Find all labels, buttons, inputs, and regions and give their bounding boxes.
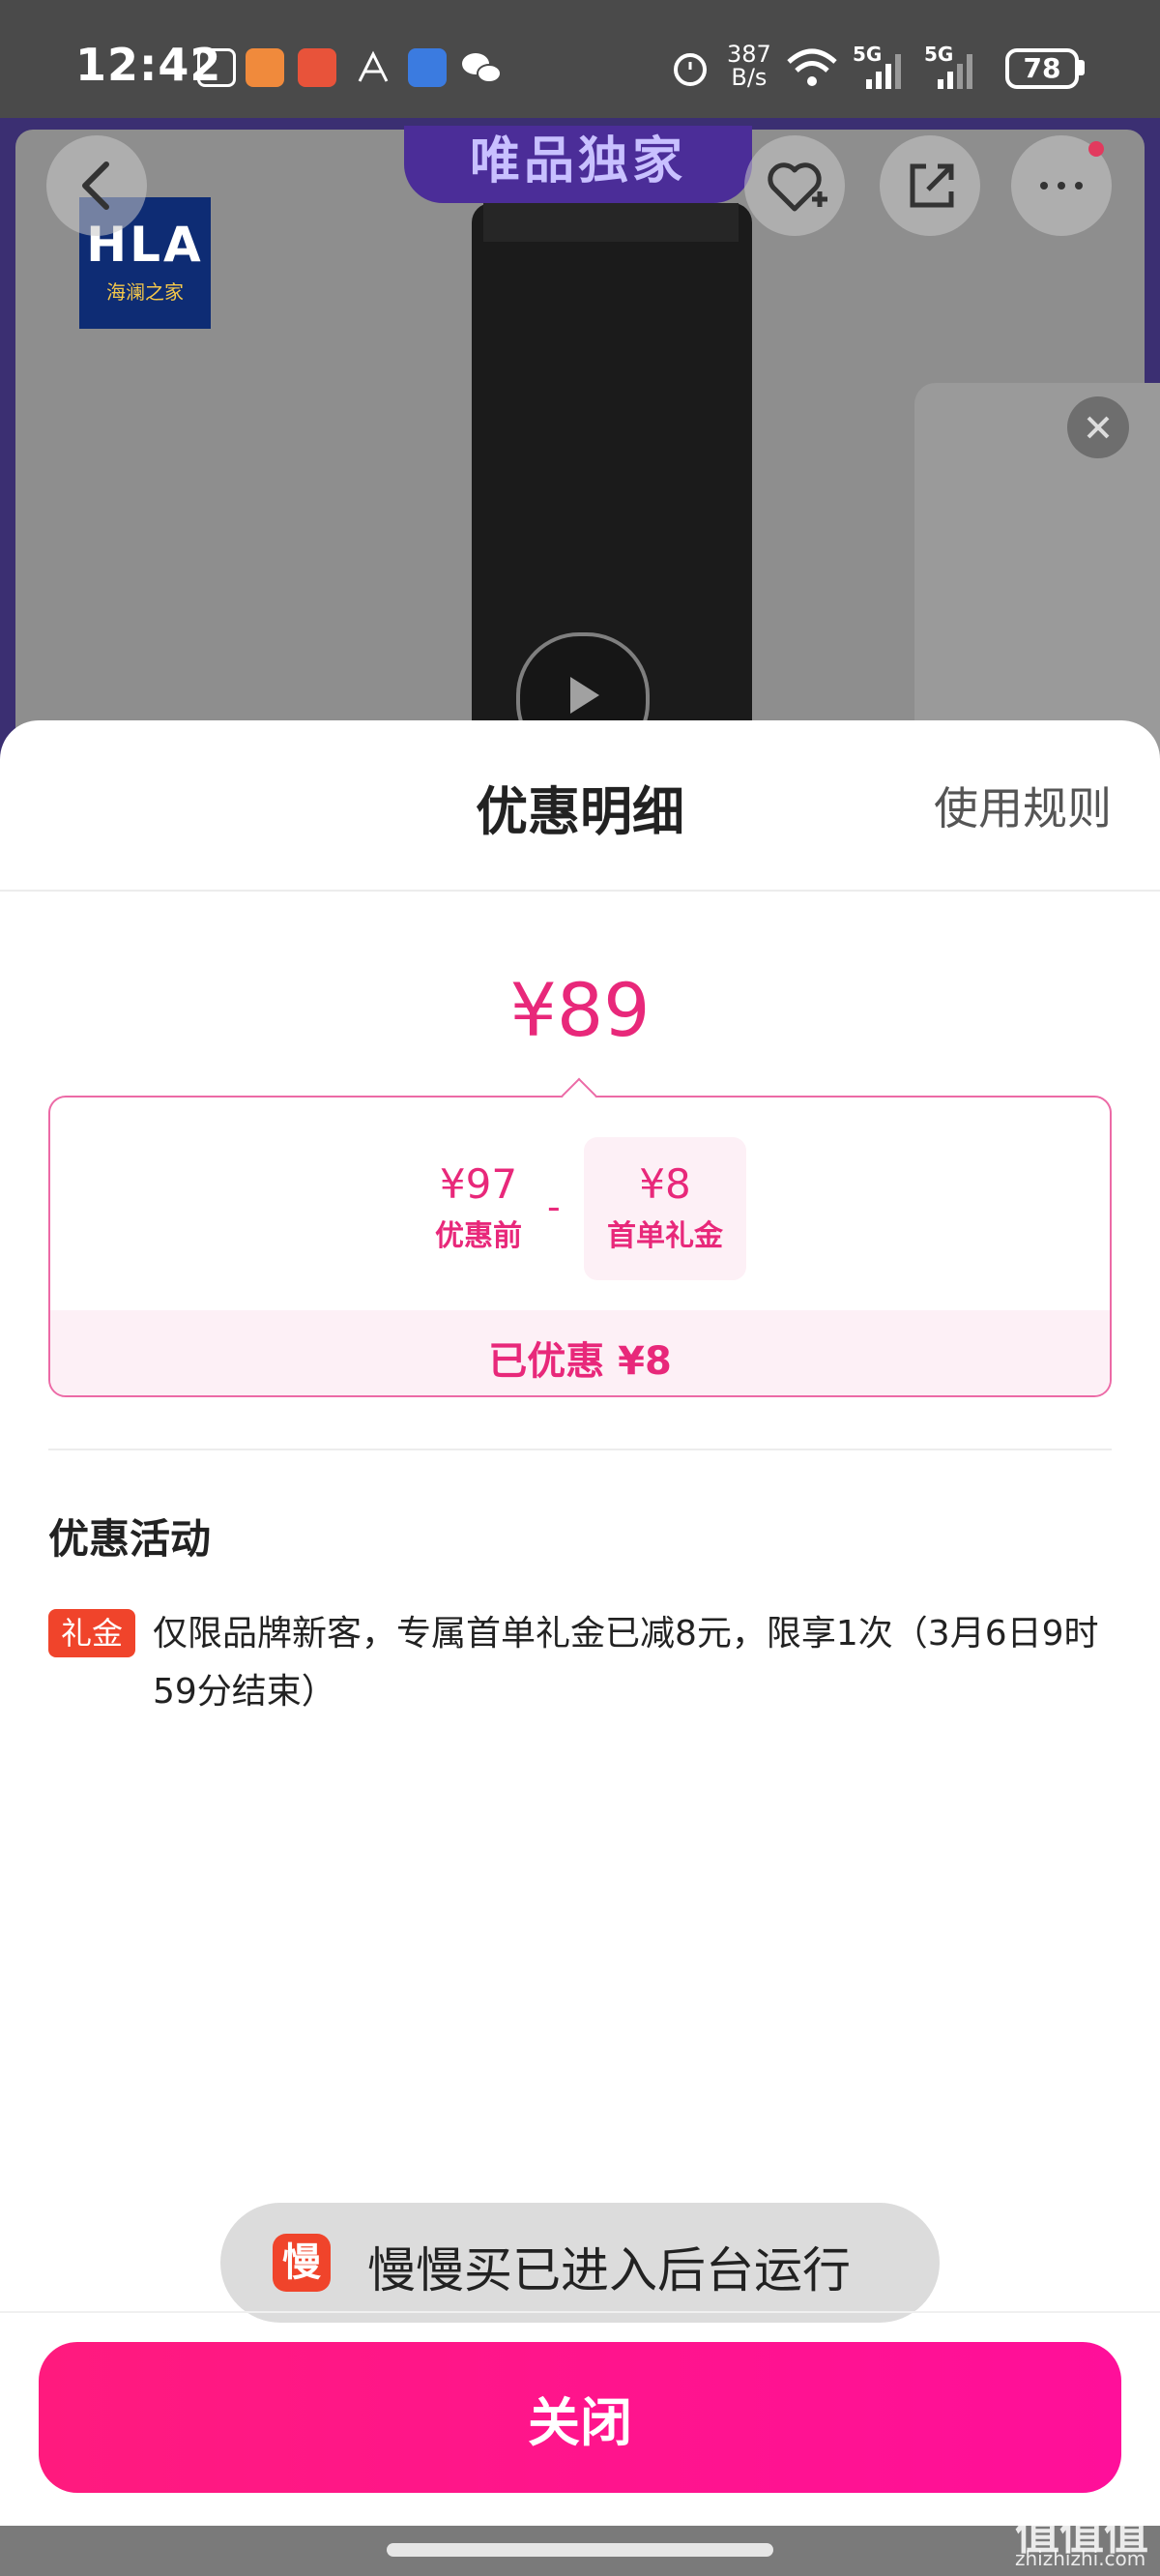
- product-image-pants-waist: [483, 203, 739, 242]
- network-speed-value: 387: [727, 41, 771, 68]
- nfc-icon: [197, 48, 236, 87]
- more-dots-icon: [1040, 141, 1104, 190]
- section-divider: [48, 1449, 1112, 1450]
- network-speed-unit: B/s: [731, 64, 768, 91]
- original-price-label: 优惠前: [435, 1219, 522, 1253]
- heart-plus-icon: [768, 162, 827, 212]
- battery-indicator: 78: [1005, 48, 1079, 89]
- activity-tag: 礼金: [48, 1609, 135, 1657]
- side-card-close-button[interactable]: [1067, 396, 1129, 458]
- handwriting-icon: [354, 48, 392, 87]
- close-button[interactable]: 关闭: [39, 2342, 1121, 2493]
- toast-text: 慢慢买已进入后台运行: [367, 2242, 851, 2298]
- alarm-icon: [669, 46, 711, 93]
- close-icon: [1087, 416, 1110, 439]
- original-price: ¥97: [439, 1160, 518, 1208]
- gift-column: ¥8 首单礼金: [568, 1160, 762, 1254]
- header-divider: [0, 890, 1160, 892]
- back-arrow-icon: [82, 161, 109, 210]
- gift-amount: ¥8: [639, 1160, 691, 1208]
- usage-rules-link[interactable]: 使用规则: [934, 774, 1112, 837]
- final-price: ¥89: [509, 967, 651, 1053]
- watermark-url: zhizhizhi.com: [1015, 2547, 1146, 2570]
- back-button[interactable]: [46, 135, 147, 236]
- brand-logo-subtext: 海澜之家: [106, 280, 184, 304]
- app-notification-icon: [408, 48, 447, 87]
- share-button[interactable]: [880, 135, 980, 236]
- wifi-icon: [785, 44, 839, 93]
- footer-divider: [0, 2311, 1160, 2313]
- favorite-button[interactable]: [744, 135, 845, 236]
- activity-text: 仅限品牌新客，专属首单礼金已减8元，限享1次（3月6日9时59分结束）: [153, 1614, 1099, 1712]
- battery-tip: [1079, 60, 1085, 75]
- minus-operator: -: [547, 1186, 561, 1228]
- app-notification-icon: [298, 48, 336, 87]
- status-bar: 12:42 387 B/s 5G 5G 78: [0, 0, 1160, 118]
- app-notification-icon: [246, 48, 284, 87]
- exclusive-banner: 唯品独家: [404, 126, 752, 203]
- app-icon: 慢: [273, 2234, 331, 2292]
- saved-amount: 已优惠 ¥8: [488, 1339, 672, 1384]
- original-price-column: ¥97 优惠前: [382, 1160, 575, 1254]
- share-icon: [910, 163, 954, 208]
- more-button[interactable]: [1011, 135, 1112, 236]
- activities-title: 优惠活动: [48, 1515, 212, 1563]
- wechat-icon: [460, 48, 502, 87]
- signal-bars-icon: [936, 50, 978, 95]
- network-speed: 387 B/s: [727, 43, 771, 89]
- home-gesture-handle[interactable]: [387, 2543, 773, 2557]
- gift-label: 首单礼金: [607, 1219, 723, 1253]
- signal-bars-icon: [864, 50, 907, 95]
